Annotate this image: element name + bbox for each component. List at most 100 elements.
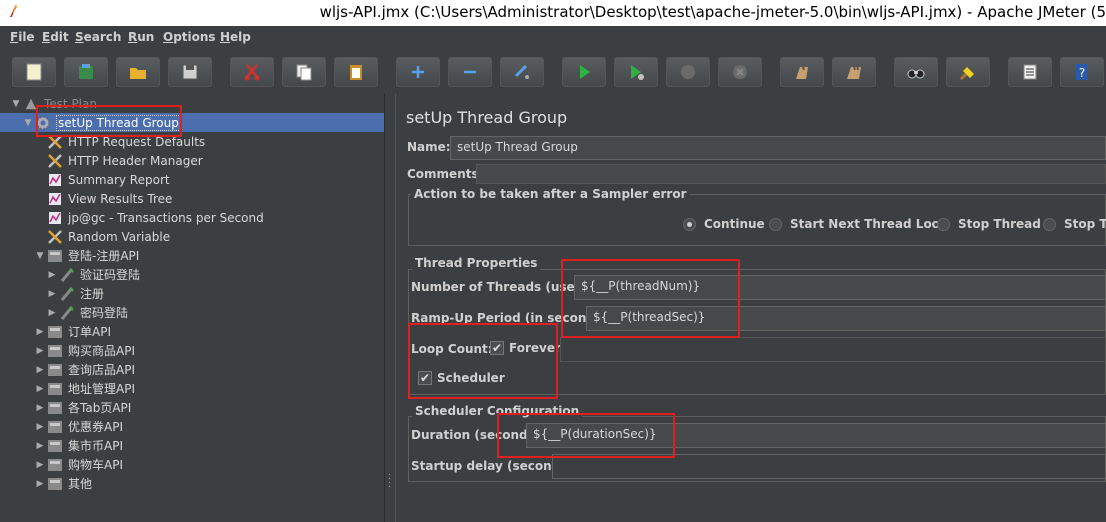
reset-search-button[interactable] bbox=[946, 57, 990, 87]
tree-node[interactable]: ▶ 验证码登陆 bbox=[0, 265, 384, 284]
menu-help[interactable]: Help bbox=[220, 30, 251, 44]
tree-node-label: 注册 bbox=[80, 287, 105, 301]
tree-node[interactable]: View Results Tree bbox=[0, 189, 384, 208]
page-title: setUp Thread Group bbox=[406, 108, 568, 127]
tree-node[interactable]: HTTP Header Manager bbox=[0, 151, 384, 170]
sampler-icon bbox=[58, 267, 76, 283]
collapse-arrow-icon[interactable]: ▶ bbox=[34, 384, 46, 394]
forever-label: Forever bbox=[509, 341, 561, 355]
loop-count-field[interactable] bbox=[560, 337, 1106, 362]
help-button[interactable]: ? bbox=[1060, 57, 1104, 87]
menu-options[interactable]: Options bbox=[163, 30, 216, 44]
test-plan-icon bbox=[22, 96, 40, 112]
expand-arrow-icon[interactable]: ▼ bbox=[34, 251, 46, 261]
stop-button[interactable] bbox=[666, 57, 710, 87]
menu-label: elp bbox=[230, 30, 251, 44]
tree-node[interactable]: ▶ 查询店品API bbox=[0, 360, 384, 379]
function-helper-icon bbox=[1023, 64, 1037, 80]
menu-edit[interactable]: Edit bbox=[42, 30, 69, 44]
shutdown-icon bbox=[733, 65, 747, 79]
search-button[interactable] bbox=[894, 57, 938, 87]
collapse-arrow-icon[interactable]: ▶ bbox=[34, 460, 46, 470]
tree-node-label: 其他 bbox=[68, 477, 93, 491]
collapse-arrow-icon[interactable]: ▶ bbox=[34, 346, 46, 356]
open-icon bbox=[130, 68, 146, 79]
sampler-icon bbox=[58, 305, 76, 321]
collapse-arrow-icon[interactable]: ▶ bbox=[34, 479, 46, 489]
tree-node[interactable]: Random Variable bbox=[0, 227, 384, 246]
toggle-button[interactable] bbox=[500, 57, 544, 87]
menu-label: dit bbox=[50, 30, 69, 44]
tree-node[interactable]: ▶ 购物车API bbox=[0, 455, 384, 474]
tree-node-label: Test Plan bbox=[44, 96, 97, 111]
tree-node[interactable]: jp@gc - Transactions per Second bbox=[0, 208, 384, 227]
collapse-arrow-icon[interactable]: ▶ bbox=[34, 327, 46, 337]
startup-delay-field[interactable] bbox=[552, 454, 1106, 479]
start-button[interactable] bbox=[562, 57, 606, 87]
collapse-arrow-icon[interactable]: ▶ bbox=[34, 441, 46, 451]
shutdown-button[interactable] bbox=[718, 57, 762, 87]
tree-node[interactable]: ▼ setUp Thread Group bbox=[0, 113, 384, 132]
cut-button[interactable] bbox=[230, 57, 274, 87]
paste-button[interactable] bbox=[334, 57, 378, 87]
menu-file[interactable]: File bbox=[10, 30, 35, 44]
tree-node[interactable]: ▶ 订单API bbox=[0, 322, 384, 341]
start-no-pauses-button[interactable] bbox=[614, 57, 658, 87]
collapse-arrow-icon[interactable]: ▶ bbox=[46, 270, 58, 280]
tree-node[interactable]: ▶ 集市币API bbox=[0, 436, 384, 455]
tree-node[interactable]: ▶ 密码登陆 bbox=[0, 303, 384, 322]
tree-node-label: 密码登陆 bbox=[80, 306, 129, 320]
rampup-field[interactable]: ${__P(threadSec)} bbox=[586, 306, 1106, 331]
function-helper-button[interactable] bbox=[1008, 57, 1052, 87]
expand-arrow-icon[interactable]: ▼ bbox=[10, 99, 22, 109]
tree-node[interactable]: ▶ 地址管理API bbox=[0, 379, 384, 398]
tree-node[interactable]: ▶ 优惠券API bbox=[0, 417, 384, 436]
copy-button[interactable] bbox=[282, 57, 326, 87]
open-button[interactable] bbox=[116, 57, 160, 87]
expand-all-button[interactable] bbox=[396, 57, 440, 87]
forever-checkbox[interactable]: ✔ Forever bbox=[490, 341, 561, 355]
radio-continue[interactable]: Continue bbox=[683, 217, 765, 231]
splitter-grip-icon: · · · · bbox=[388, 470, 392, 493]
tree-node[interactable]: ▼ Test Plan bbox=[0, 94, 384, 113]
radio-stop-thread[interactable]: Stop Thread bbox=[937, 217, 1041, 231]
duration-field[interactable]: ${__P(durationSec)} bbox=[526, 423, 1106, 448]
tree-node[interactable]: ▶ 其他 bbox=[0, 474, 384, 493]
expand-arrow-icon[interactable]: ▼ bbox=[22, 118, 34, 128]
tree-node-label: 订单API bbox=[68, 325, 111, 339]
controller-icon bbox=[46, 362, 64, 378]
threads-field[interactable]: ${__P(threadNum)} bbox=[574, 275, 1106, 300]
scheduler-label: Scheduler bbox=[437, 371, 505, 385]
sampler-icon bbox=[58, 286, 76, 302]
toggle-icon bbox=[514, 64, 529, 79]
collapse-arrow-icon[interactable]: ▶ bbox=[34, 403, 46, 413]
radio-stop-test[interactable]: Stop Te bbox=[1043, 217, 1106, 231]
tree-node[interactable]: Summary Report bbox=[0, 170, 384, 189]
collapse-arrow-icon[interactable]: ▶ bbox=[34, 422, 46, 432]
menu-search[interactable]: Search bbox=[75, 30, 121, 44]
help-icon: ? bbox=[1076, 64, 1088, 80]
radio-start-next-thread-loop[interactable]: Start Next Thread Loop bbox=[769, 217, 949, 231]
collapse-all-button[interactable] bbox=[448, 57, 492, 87]
menu-run[interactable]: Run bbox=[128, 30, 154, 44]
scheduler-checkbox[interactable]: ✔ Scheduler bbox=[418, 371, 505, 385]
name-field[interactable]: setUp Thread Group bbox=[450, 136, 1106, 160]
collapse-arrow-icon[interactable]: ▶ bbox=[46, 308, 58, 318]
clear-all-button[interactable] bbox=[832, 57, 876, 87]
tree-node[interactable]: ▶ 各Tab页API bbox=[0, 398, 384, 417]
collapse-arrow-icon[interactable]: ▶ bbox=[34, 365, 46, 375]
collapse-arrow-icon[interactable]: ▶ bbox=[46, 289, 58, 299]
tree-node[interactable]: HTTP Request Defaults bbox=[0, 132, 384, 151]
tree-node[interactable]: ▶ 注册 bbox=[0, 284, 384, 303]
tree-node[interactable]: ▼ 登陆-注册API bbox=[0, 246, 384, 265]
comments-field[interactable] bbox=[476, 164, 1106, 184]
menu-label: ile bbox=[18, 30, 35, 44]
tree-node[interactable]: ▶ 购买商品API bbox=[0, 341, 384, 360]
save-button[interactable] bbox=[168, 57, 212, 87]
templates-button[interactable] bbox=[64, 57, 108, 87]
menu-mnemonic: O bbox=[163, 30, 174, 44]
new-button[interactable] bbox=[12, 57, 56, 87]
clear-button[interactable] bbox=[780, 57, 824, 87]
panel-splitter[interactable]: · · · · bbox=[384, 94, 396, 522]
radio-label: Stop Te bbox=[1064, 217, 1106, 231]
